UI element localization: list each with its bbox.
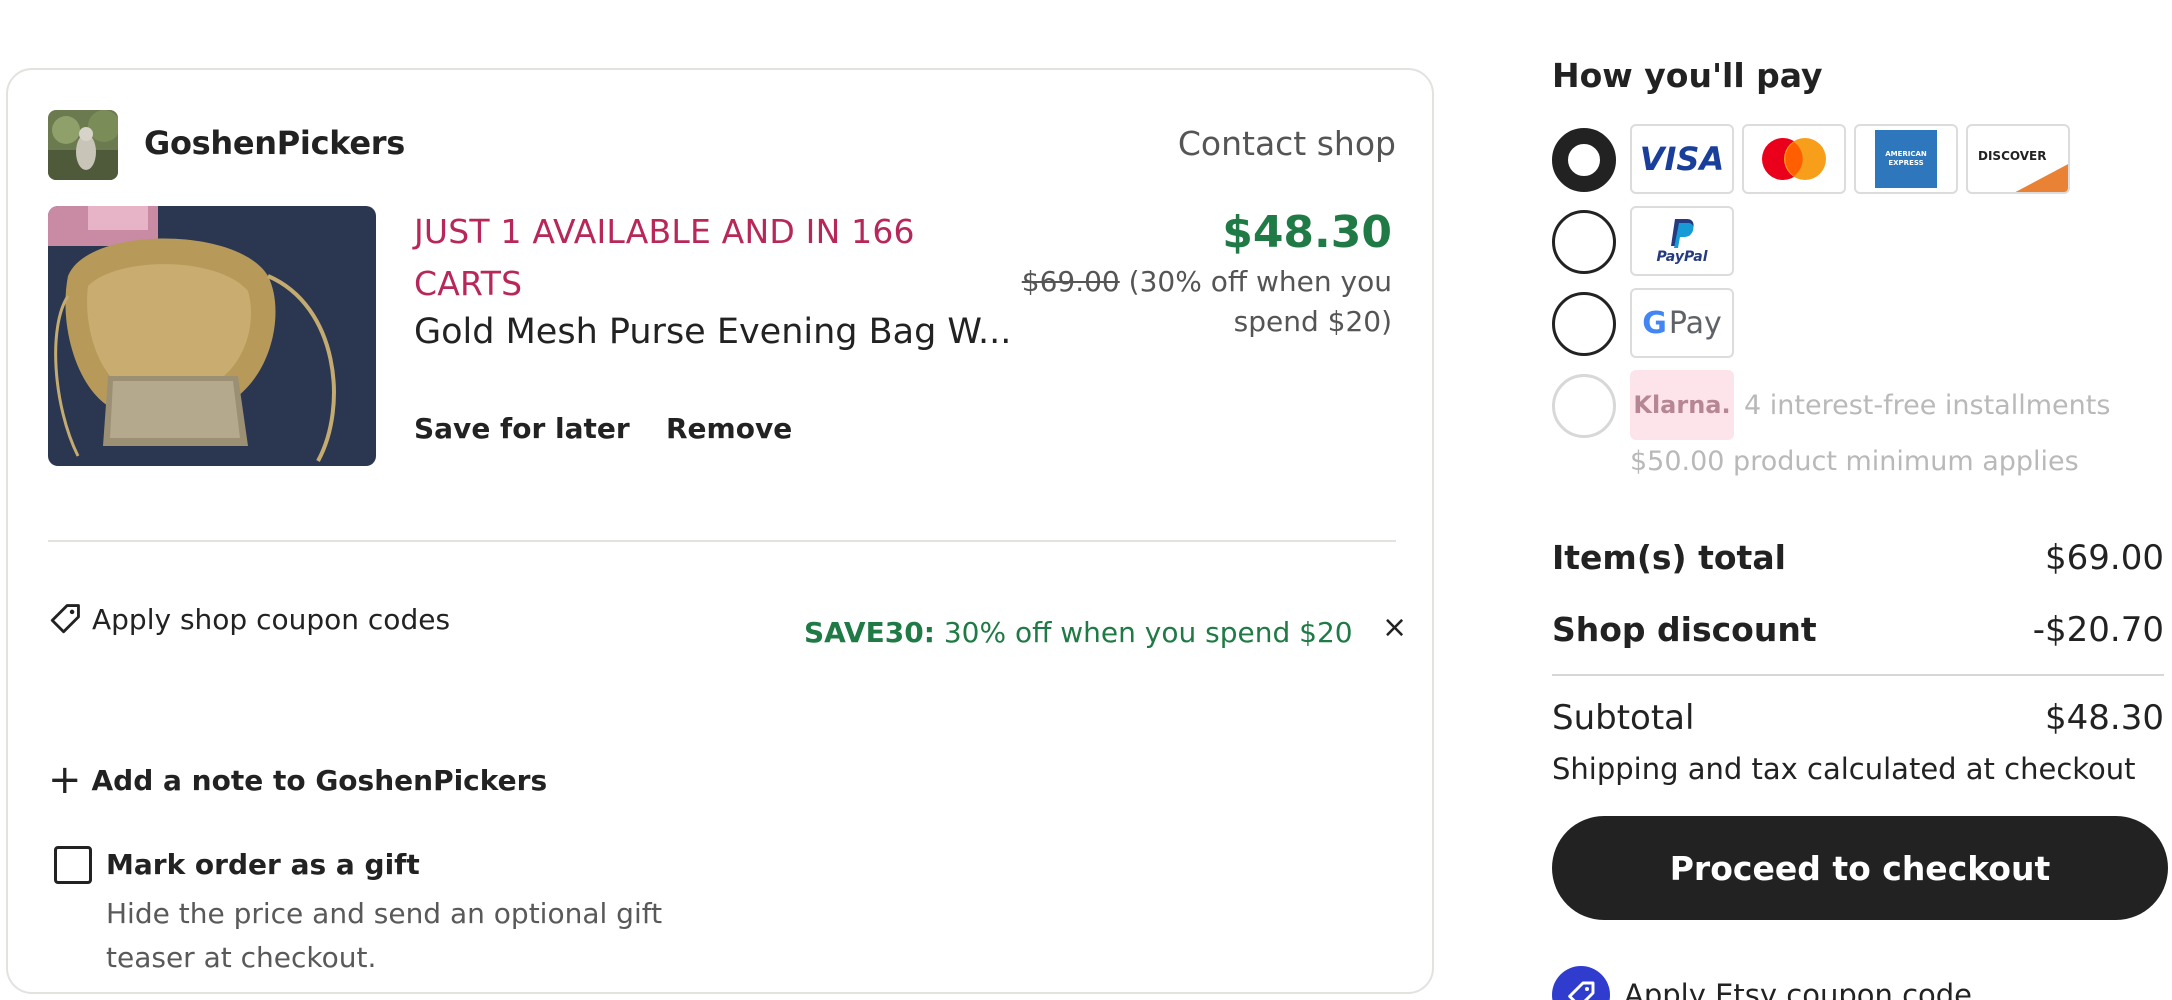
plus-icon: + xyxy=(48,757,82,803)
klarna-text: Klarna. xyxy=(1633,391,1731,419)
availability-notice: JUST 1 AVAILABLE AND IN 166 CARTS xyxy=(414,212,915,303)
paypal-icon xyxy=(1671,219,1694,248)
apply-etsy-coupon-label: Apply Etsy coupon code xyxy=(1624,978,1973,1000)
shop-name[interactable]: GoshenPickers xyxy=(144,124,405,162)
item-title-link[interactable]: Gold Mesh Purse Evening Bag W... xyxy=(414,312,1014,352)
payment-title: How you'll pay xyxy=(1552,56,1823,95)
apply-etsy-coupon-link[interactable]: Apply Etsy coupon code xyxy=(1552,966,1972,1000)
paypal-logo: PayPal xyxy=(1630,206,1734,276)
items-total-label: Item(s) total xyxy=(1552,538,1786,577)
google-g-icon: G xyxy=(1642,305,1667,341)
paypal-text: PayPal xyxy=(1656,249,1708,265)
divider xyxy=(48,540,1396,542)
mastercard-icon xyxy=(1762,138,1826,180)
payment-radio-google-pay[interactable] xyxy=(1552,292,1616,356)
discount-note: (30% off when you spend $20) xyxy=(1128,265,1392,338)
google-pay-logo: G Pay xyxy=(1630,288,1734,358)
proceed-to-checkout-button[interactable]: Proceed to checkout xyxy=(1552,816,2168,920)
remove-item-button[interactable]: Remove xyxy=(666,412,792,445)
price-block: $48.30 $69.00 (30% off when you spend $2… xyxy=(972,208,1392,342)
gift-help-text: Hide the price and send an optional gift… xyxy=(106,897,663,974)
payment-radio-paypal[interactable] xyxy=(1552,210,1616,274)
applied-coupon-code: SAVE30: xyxy=(804,616,935,649)
shop-header: GoshenPickers Contact shop xyxy=(48,110,1396,182)
subtotal-value: $48.30 xyxy=(2045,698,2164,738)
tag-icon xyxy=(50,604,80,634)
save-for-later-button[interactable]: Save for later xyxy=(414,412,630,445)
order-summary-column: How you'll pay VISA AMERICAN EXPRESS DIS… xyxy=(1552,0,2172,1000)
discover-logo: DISCOVER xyxy=(1966,124,2070,194)
summary-divider xyxy=(1552,674,2164,676)
original-price: $69.00 xyxy=(1021,265,1120,298)
applied-coupon: SAVE30: 30% off when you spend $20 xyxy=(804,616,1353,649)
gold-mesh-purse-image xyxy=(48,206,376,466)
gift-checkbox[interactable] xyxy=(54,846,92,884)
price-was-row: $69.00 (30% off when you spend $20) xyxy=(972,262,1392,342)
item-thumbnail[interactable] xyxy=(48,206,376,466)
google-pay-text: Pay xyxy=(1668,305,1722,341)
item-info: JUST 1 AVAILABLE AND IN 166 CARTS Gold M… xyxy=(414,206,1014,352)
visa-logo: VISA xyxy=(1630,124,1734,194)
contact-shop-link[interactable]: Contact shop xyxy=(1178,124,1396,163)
gift-label[interactable]: Mark order as a gift xyxy=(106,848,420,881)
payment-option-card[interactable]: VISA AMERICAN EXPRESS DISCOVER xyxy=(1552,124,2172,194)
shop-discount-value: -$20.70 xyxy=(2032,610,2164,650)
apply-shop-coupon-label: Apply shop coupon codes xyxy=(92,602,451,636)
current-price: $48.30 xyxy=(1222,207,1392,258)
shop-avatar[interactable] xyxy=(48,110,118,180)
payment-option-google-pay[interactable]: G Pay xyxy=(1552,288,2172,358)
shop-cart-card: GoshenPickers Contact shop JUST 1 AVAILA… xyxy=(6,68,1434,994)
payment-radio-card[interactable] xyxy=(1552,128,1616,192)
mastercard-logo xyxy=(1742,124,1846,194)
items-total-value: $69.00 xyxy=(2045,538,2164,578)
amex-logo: AMERICAN EXPRESS xyxy=(1854,124,1958,194)
amex-text: AMERICAN EXPRESS xyxy=(1885,150,1927,167)
payment-option-klarna: Klarna. 4 interest-free installments xyxy=(1552,370,2172,440)
klarna-logo: Klarna. xyxy=(1630,370,1734,440)
klarna-minimum-note: $50.00 product minimum applies xyxy=(1630,446,2079,477)
add-note-label: Add a note to GoshenPickers xyxy=(91,763,548,797)
shop-avatar-image xyxy=(48,110,118,180)
add-note-link[interactable]: + Add a note to GoshenPickers xyxy=(48,760,547,800)
shipping-tax-note: Shipping and tax calculated at checkout xyxy=(1552,752,2136,786)
klarna-note: 4 interest-free installments xyxy=(1744,390,2111,421)
discover-text: DISCOVER xyxy=(1978,149,2047,163)
subtotal-label: Subtotal xyxy=(1552,698,1695,738)
shop-discount-label: Shop discount xyxy=(1552,610,1817,649)
visa-text: VISA xyxy=(1639,140,1725,178)
remove-coupon-button[interactable]: × xyxy=(1382,610,1407,645)
coupon-tag-icon xyxy=(1552,966,1610,1000)
apply-shop-coupon-link[interactable]: Apply shop coupon codes xyxy=(48,602,450,636)
payment-option-paypal[interactable]: PayPal xyxy=(1552,206,2172,276)
payment-radio-klarna xyxy=(1552,374,1616,438)
applied-coupon-description: 30% off when you spend $20 xyxy=(943,616,1353,649)
